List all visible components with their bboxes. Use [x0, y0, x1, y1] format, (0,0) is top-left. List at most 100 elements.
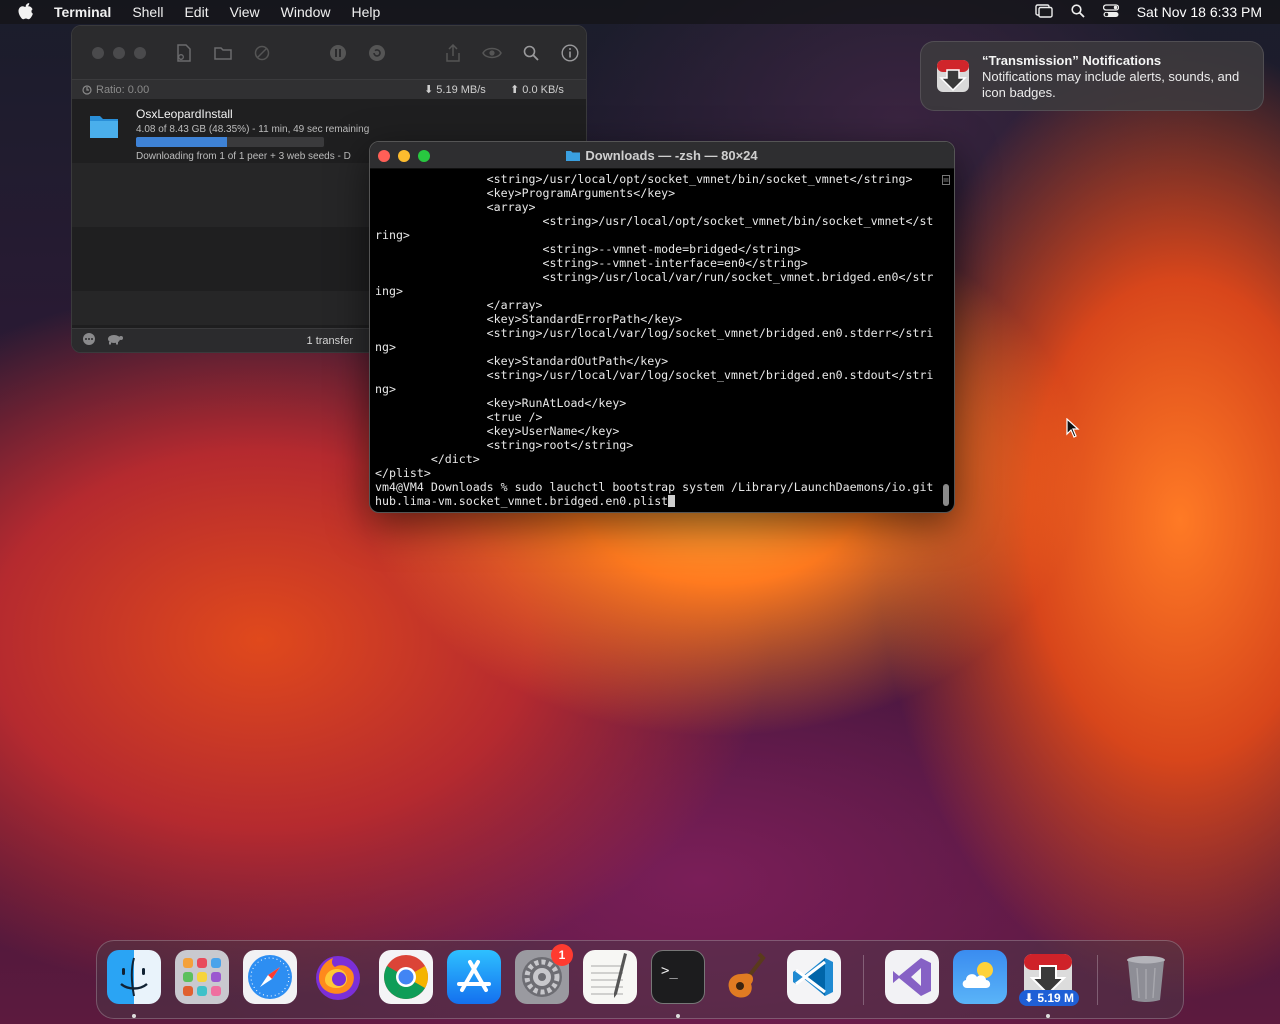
- remove-icon[interactable]: [252, 43, 272, 63]
- folder-icon: [566, 151, 581, 161]
- create-torrent-icon[interactable]: [174, 43, 194, 63]
- total-download-speed: ⬇ 5.19 MB/s: [424, 83, 486, 96]
- safari-icon: [248, 955, 292, 999]
- folder-icon: [90, 116, 118, 138]
- terminal-line: <string>/usr/local/var/run/socket_vmnet.…: [375, 270, 934, 284]
- dock-terminal[interactable]: >_: [651, 950, 705, 1004]
- terminal-line: ing>: [375, 284, 403, 298]
- menu-window[interactable]: Window: [281, 4, 331, 20]
- notification-badge: 1: [551, 944, 573, 966]
- menu-help[interactable]: Help: [351, 4, 380, 20]
- action-menu-icon[interactable]: [82, 332, 96, 349]
- dock-chrome[interactable]: [379, 950, 433, 1004]
- dock-trash[interactable]: [1119, 950, 1173, 1004]
- terminal-line: ring>: [375, 228, 410, 242]
- dock-launchpad[interactable]: [175, 950, 229, 1004]
- info-icon[interactable]: [560, 43, 580, 63]
- terminal-line: <key>StandardErrorPath</key>: [375, 312, 683, 326]
- terminal-line: <key>RunAtLoad</key>: [375, 396, 627, 410]
- visual-studio-icon: [893, 958, 931, 996]
- dock-vscode[interactable]: [787, 950, 841, 1004]
- svg-text:>_: >_: [661, 963, 678, 979]
- scrollbar-thumb[interactable]: [943, 484, 949, 506]
- open-torrent-folder-icon[interactable]: [213, 43, 233, 63]
- terminal-line: <string>--vmnet-interface=en0</string>: [375, 256, 808, 270]
- screen-mirroring-icon[interactable]: [1035, 3, 1053, 21]
- pause-all-icon[interactable]: [328, 43, 348, 63]
- ratio-display[interactable]: Ratio: 0.00: [82, 84, 149, 96]
- notification-banner[interactable]: “Transmission” Notifications Notificatio…: [920, 41, 1264, 111]
- running-indicator: [1046, 1014, 1050, 1018]
- dock-system-settings[interactable]: 1: [515, 944, 573, 1004]
- terminal-window: Downloads — -zsh — 80×24 <string>/usr/lo…: [369, 141, 955, 513]
- menu-extras: Sat Nov 18 6:33 PM: [1035, 0, 1262, 24]
- running-indicator: [132, 1014, 136, 1018]
- transmission-icon: [937, 60, 969, 92]
- control-center-icon[interactable]: [1102, 3, 1119, 21]
- dock-weather[interactable]: [953, 950, 1007, 1004]
- window-close-button[interactable]: [92, 46, 104, 59]
- terminal-scrollbar[interactable]: [942, 172, 950, 510]
- weather-icon: [962, 962, 993, 988]
- mouse-pointer-icon: [1066, 418, 1080, 438]
- transfer-count: 1 transfer: [306, 334, 353, 347]
- firefox-icon: [316, 956, 360, 1000]
- dock-firefox[interactable]: [311, 950, 365, 1004]
- chrome-icon: [384, 955, 428, 999]
- terminal-line: <array>: [375, 200, 536, 214]
- apple-menu-icon[interactable]: [18, 3, 36, 21]
- ratio-icon: [82, 84, 92, 95]
- upload-arrow-icon: ⬆: [510, 84, 520, 96]
- terminal-output[interactable]: <string>/usr/local/opt/socket_vmnet/bin/…: [375, 172, 933, 508]
- torrent-progress-fill: [136, 137, 227, 147]
- speed-limit-turtle-icon[interactable]: [106, 333, 124, 348]
- dock-visual-studio[interactable]: [885, 950, 939, 1004]
- resume-all-icon[interactable]: [367, 43, 387, 63]
- terminal-line: vm4@VM4 Downloads % sudo lauchctl bootst…: [375, 480, 934, 494]
- dock-app-store[interactable]: [447, 950, 501, 1004]
- transmission-status-bar: Ratio: 0.00 ⬇ 5.19 MB/s ⬆ 0.0 KB/s: [72, 79, 586, 99]
- finder-icon: [120, 957, 148, 997]
- terminal-line: </dict>: [375, 452, 480, 466]
- window-zoom-button[interactable]: [134, 46, 146, 59]
- download-arrow-icon: ⬇: [424, 84, 434, 96]
- dock-textedit[interactable]: [583, 950, 637, 1004]
- dock-transmission[interactable]: ⬇ 5.19 M: [1019, 950, 1079, 1006]
- terminal-icon: >_: [661, 963, 678, 979]
- textedit-icon: [591, 953, 627, 998]
- menu-clock[interactable]: Sat Nov 18 6:33 PM: [1137, 4, 1262, 20]
- terminal-line: </array>: [375, 298, 543, 312]
- menu-shell[interactable]: Shell: [132, 4, 163, 20]
- guitar-icon: [728, 952, 766, 998]
- terminal-line: <true />: [375, 410, 543, 424]
- transmission-toolbar: [72, 26, 586, 79]
- menu-edit[interactable]: Edit: [184, 4, 208, 20]
- share-icon[interactable]: [443, 43, 463, 63]
- quicklook-eye-icon[interactable]: [482, 43, 502, 63]
- dock-garageband[interactable]: [719, 950, 773, 1004]
- notification-body: Notifications may include alerts, sounds…: [982, 69, 1240, 100]
- upload-speed-text: 0.0 KB/s: [522, 84, 564, 96]
- terminal-line: <string>/usr/local/var/log/socket_vmnet/…: [375, 326, 934, 340]
- terminal-line: <key>ProgramArguments</key>: [375, 186, 676, 200]
- launchpad-icon: [183, 958, 221, 996]
- running-indicator: [676, 1014, 680, 1018]
- menu-view[interactable]: View: [230, 4, 260, 20]
- dock-safari[interactable]: [243, 950, 297, 1004]
- terminal-titlebar[interactable]: Downloads — -zsh — 80×24: [370, 142, 954, 169]
- terminal-line: <string>/usr/local/opt/socket_vmnet/bin/…: [375, 214, 934, 228]
- terminal-line: hub.lima-vm.socket_vmnet.bridged.en0.pli…: [375, 494, 669, 508]
- search-icon[interactable]: [521, 43, 541, 63]
- terminal-line: ng>: [375, 382, 396, 396]
- total-upload-speed: ⬆ 0.0 KB/s: [510, 83, 564, 96]
- app-store-icon: [457, 960, 491, 992]
- dock-finder[interactable]: [107, 950, 161, 1004]
- notification-title: “Transmission” Notifications: [982, 53, 1162, 68]
- spotlight-search-icon[interactable]: [1071, 3, 1085, 21]
- torrent-progress-bar: [136, 137, 324, 147]
- menu-bar: Terminal Shell Edit View Window Help Sat…: [0, 0, 1280, 24]
- terminal-line: <string>/usr/local/var/log/socket_vmnet/…: [375, 368, 934, 382]
- window-minimize-button[interactable]: [113, 46, 125, 59]
- ratio-text: Ratio: 0.00: [96, 83, 150, 96]
- menu-app-terminal[interactable]: Terminal: [54, 4, 111, 20]
